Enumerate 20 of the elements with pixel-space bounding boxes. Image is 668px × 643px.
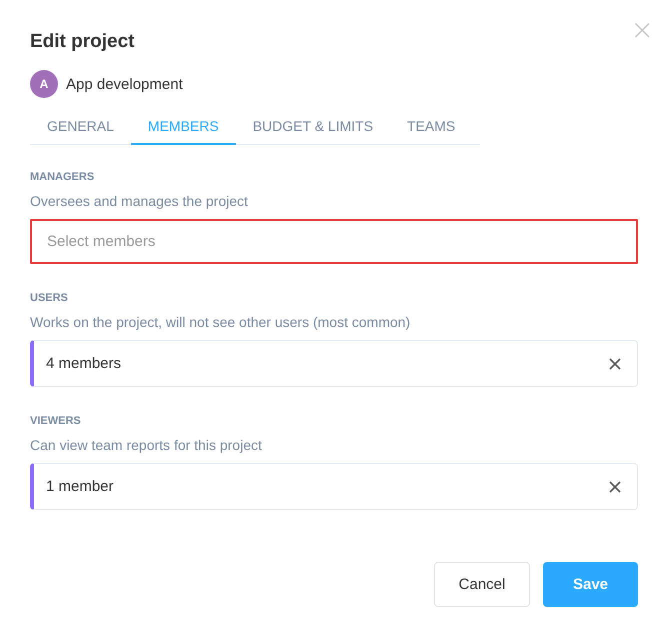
- member-select-field[interactable]: Select members: [30, 219, 638, 264]
- dialog-title: Edit project: [30, 31, 135, 53]
- cancel-button[interactable]: Cancel: [434, 562, 530, 607]
- section-description: Oversees and manages the project: [30, 193, 249, 209]
- section-label: USERS: [30, 292, 69, 304]
- clear-icon[interactable]: [609, 480, 621, 492]
- tab[interactable]: MEMBERS: [130, 110, 236, 145]
- section-label: VIEWERS: [30, 415, 82, 427]
- clear-icon[interactable]: [609, 358, 621, 370]
- save-button[interactable]: Save: [543, 562, 638, 607]
- tab[interactable]: GENERAL: [30, 110, 131, 145]
- tab[interactable]: BUDGET & LIMITS: [236, 110, 390, 145]
- member-select-field[interactable]: 1 member: [30, 463, 638, 510]
- project-avatar: A: [30, 70, 58, 98]
- section-description: Works on the project, will not see other users (most common): [30, 314, 412, 330]
- section-description: Can view team reports for this project: [30, 437, 263, 453]
- section-label: MANAGERS: [30, 171, 96, 183]
- tab[interactable]: TEAMS: [390, 110, 472, 145]
- member-select-field[interactable]: 4 members: [30, 340, 638, 387]
- project-name: App development: [66, 76, 183, 92]
